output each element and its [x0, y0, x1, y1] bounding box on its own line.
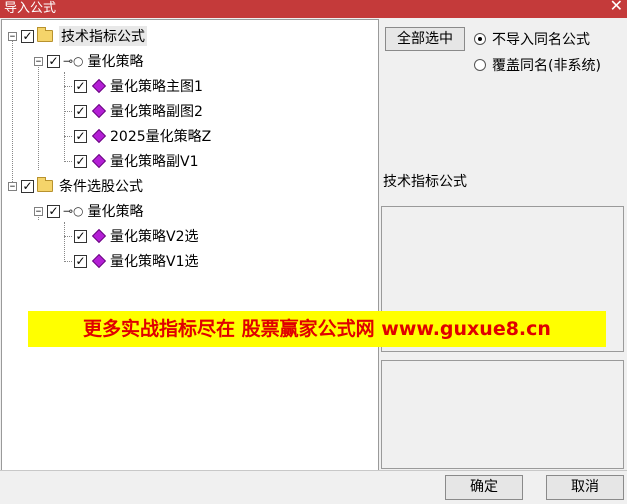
ok-button[interactable]: 确定	[445, 475, 523, 500]
formula-checkbox[interactable]: ✓	[74, 229, 87, 243]
key-icon: ⊸○	[63, 204, 84, 218]
group-label: 技术指标公式	[59, 26, 147, 46]
formula-description-box	[381, 360, 624, 469]
close-icon[interactable]: ✕	[610, 0, 623, 15]
footer-divider	[0, 470, 627, 471]
radio-button[interactable]	[474, 33, 486, 45]
tree-guide-line	[12, 36, 13, 186]
radio-skip-duplicates[interactable]: 不导入同名公式	[474, 29, 590, 49]
strategy-checkbox[interactable]: ✓	[47, 54, 60, 68]
tree-formula-item[interactable]: ✓ 量化策略副V1	[64, 150, 198, 172]
tree-connector	[64, 135, 72, 137]
tree-connector	[64, 85, 72, 87]
radio-label: 覆盖同名(非系统)	[492, 58, 601, 74]
formula-checkbox[interactable]: ✓	[74, 79, 87, 93]
formula-checkbox[interactable]: ✓	[74, 154, 87, 168]
tree-connector	[64, 160, 72, 162]
collapse-icon[interactable]: −	[34, 56, 43, 66]
tree-strategy-node[interactable]: − ✓ ⊸○ 量化策略	[34, 200, 144, 222]
title-bar: 导入公式 ✕	[0, 0, 627, 18]
formula-icon	[91, 78, 107, 94]
tree-formula-item[interactable]: ✓ 2025量化策略Z	[64, 125, 211, 147]
folder-icon	[37, 177, 53, 192]
tree-guide-line	[38, 62, 39, 170]
radio-overwrite-duplicates[interactable]: 覆盖同名(非系统)	[474, 55, 601, 75]
formula-icon	[91, 128, 107, 144]
group-label: 条件选股公式	[59, 179, 143, 195]
tree-connector	[64, 235, 72, 237]
tree-connector	[64, 110, 72, 112]
tree-group-technical[interactable]: − ✓ 技术指标公式	[8, 25, 147, 47]
formula-checkbox[interactable]: ✓	[74, 104, 87, 118]
tree-formula-item[interactable]: ✓ 量化策略主图1	[64, 75, 203, 97]
collapse-icon[interactable]: −	[34, 206, 43, 216]
formula-label: 量化策略副V1	[110, 154, 199, 170]
formula-icon	[91, 103, 107, 119]
formula-label: 量化策略主图1	[110, 79, 203, 95]
cancel-button[interactable]: 取消	[546, 475, 624, 500]
select-all-button[interactable]: 全部选中	[385, 27, 465, 51]
formula-label: 2025量化策略Z	[110, 129, 212, 145]
formula-checkbox[interactable]: ✓	[74, 129, 87, 143]
formula-icon	[91, 153, 107, 169]
formula-icon	[91, 253, 107, 269]
strategy-checkbox[interactable]: ✓	[47, 204, 60, 218]
tree-formula-item[interactable]: ✓ 量化策略副图2	[64, 100, 203, 122]
group-checkbox[interactable]: ✓	[21, 29, 34, 43]
tree-formula-item[interactable]: ✓ 量化策略V1选	[64, 250, 198, 272]
formula-icon	[91, 228, 107, 244]
strategy-label: 量化策略	[87, 204, 144, 220]
collapse-icon[interactable]: −	[8, 31, 17, 41]
window-title: 导入公式	[4, 1, 57, 16]
formula-label: 量化策略V1选	[110, 254, 199, 270]
formula-label: 量化策略副图2	[110, 104, 203, 120]
radio-label: 不导入同名公式	[492, 32, 590, 48]
formula-checkbox[interactable]: ✓	[74, 254, 87, 268]
tree-group-screening[interactable]: − ✓ 条件选股公式	[8, 175, 143, 197]
tree-formula-item[interactable]: ✓ 量化策略V2选	[64, 225, 198, 247]
strategy-label: 量化策略	[87, 54, 144, 70]
promo-banner: 更多实战指标尽在 股票赢家公式网 www.guxue8.cn	[28, 311, 606, 347]
group-checkbox[interactable]: ✓	[21, 179, 34, 193]
formula-label: 量化策略V2选	[110, 229, 199, 245]
formula-tree[interactable]: − ✓ 技术指标公式 − ✓ ⊸○ 量化策略 ✓ 量化策略主图1 ✓ 量化策略副…	[1, 19, 379, 471]
tree-connector	[64, 260, 72, 262]
selected-type-label: 技术指标公式	[383, 174, 467, 190]
tree-strategy-node[interactable]: − ✓ ⊸○ 量化策略	[34, 50, 144, 72]
radio-button[interactable]	[474, 59, 486, 71]
folder-icon	[37, 27, 53, 42]
collapse-icon[interactable]: −	[8, 181, 17, 191]
key-icon: ⊸○	[63, 54, 84, 68]
